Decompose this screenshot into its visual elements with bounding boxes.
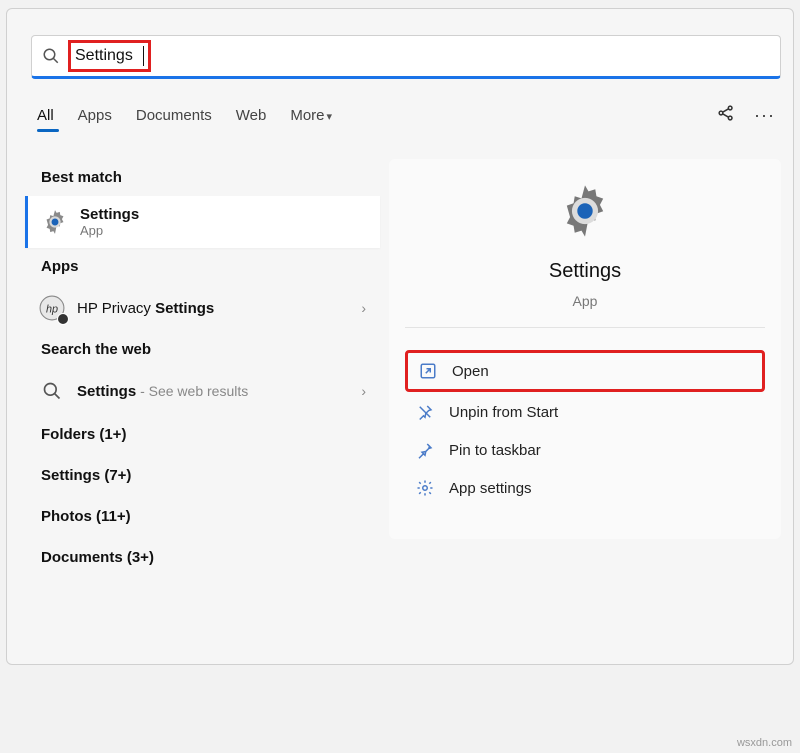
action-label: App settings <box>449 480 532 497</box>
more-icon[interactable]: ··· <box>754 105 775 126</box>
tab-web[interactable]: Web <box>236 103 267 128</box>
text-cursor <box>143 46 144 66</box>
result-web-settings[interactable]: Settings - See web results › <box>25 368 380 414</box>
result-sub: App <box>80 223 366 238</box>
category-documents[interactable]: Documents (3+) <box>25 537 380 578</box>
gear-icon-large <box>557 183 613 244</box>
result-settings-app[interactable]: Settings App <box>25 196 380 248</box>
chevron-right-icon: › <box>361 383 366 399</box>
action-label: Open <box>452 363 489 380</box>
action-unpin[interactable]: Unpin from Start <box>405 394 765 430</box>
action-open[interactable]: Open <box>405 350 765 392</box>
action-app-settings[interactable]: App settings <box>405 470 765 506</box>
chevron-down-icon: ▾ <box>327 111 333 123</box>
apps-header: Apps <box>25 248 380 285</box>
detail-sub: App <box>573 293 598 309</box>
gear-icon <box>42 209 68 235</box>
hp-icon: hp <box>39 295 65 321</box>
category-photos[interactable]: Photos (11+) <box>25 496 380 537</box>
action-pin-taskbar[interactable]: Pin to taskbar <box>405 432 765 468</box>
result-hp-privacy[interactable]: hp HP Privacy Settings › <box>25 285 380 331</box>
search-input-highlight <box>68 40 151 72</box>
action-label: Pin to taskbar <box>449 442 541 459</box>
search-icon <box>39 378 65 404</box>
pin-icon <box>415 440 435 460</box>
detail-title: Settings <box>549 260 621 283</box>
detail-panel: Settings App Open Unpin from Start Pi <box>389 159 781 539</box>
category-settings[interactable]: Settings (7+) <box>25 455 380 496</box>
best-match-header: Best match <box>25 159 380 196</box>
tab-underline <box>37 129 59 132</box>
action-label: Unpin from Start <box>449 404 558 421</box>
tab-all[interactable]: All <box>37 103 54 128</box>
tab-documents[interactable]: Documents <box>136 103 212 128</box>
gear-icon <box>415 478 435 498</box>
watermark: wsxdn.com <box>737 737 792 749</box>
filter-tabs: All Apps Documents Web More▾ ··· <box>37 103 775 128</box>
result-title: Settings - See web results <box>77 383 349 400</box>
search-web-header: Search the web <box>25 331 380 368</box>
tab-apps[interactable]: Apps <box>78 103 112 128</box>
tab-more[interactable]: More▾ <box>290 103 332 128</box>
category-folders[interactable]: Folders (1+) <box>25 414 380 455</box>
result-title: HP Privacy Settings <box>77 300 349 317</box>
share-icon[interactable] <box>716 103 736 128</box>
lock-badge-icon <box>57 313 69 325</box>
search-input[interactable] <box>75 47 143 65</box>
chevron-right-icon: › <box>361 300 366 316</box>
svg-text:hp: hp <box>46 303 58 315</box>
results-panel: Best match Settings App Apps hp HP Priva… <box>25 159 380 578</box>
search-icon <box>42 47 60 65</box>
unpin-icon <box>415 402 435 422</box>
open-icon <box>418 361 438 381</box>
search-bar[interactable] <box>31 35 781 79</box>
search-window: All Apps Documents Web More▾ ··· Best ma… <box>6 8 794 665</box>
